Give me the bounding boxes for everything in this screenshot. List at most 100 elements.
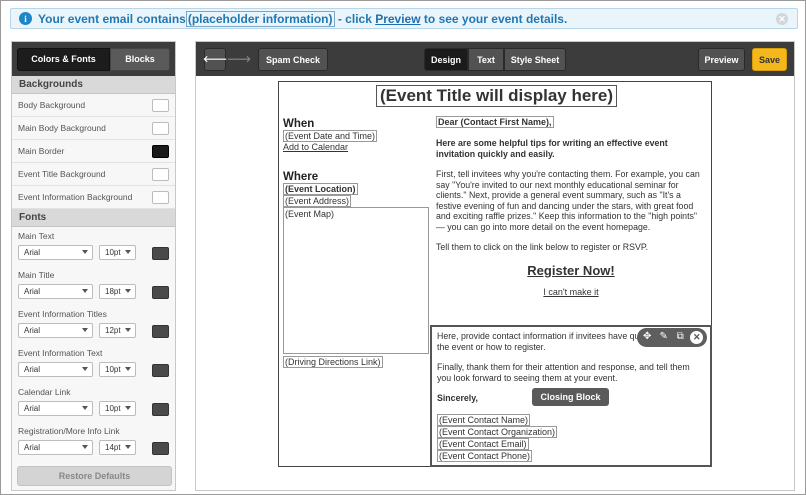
color-swatch[interactable]	[152, 247, 169, 260]
email-editor: 🡐 🡒 Spam Check Design Text Style Sheet P…	[195, 41, 795, 491]
move-icon[interactable]: ✥	[641, 331, 654, 344]
font-size-select[interactable]: 10pt	[99, 362, 136, 377]
color-swatch[interactable]	[152, 99, 169, 112]
greeting-placeholder[interactable]: Dear (Contact First Name),	[436, 116, 554, 128]
color-swatch[interactable]	[152, 403, 169, 416]
color-swatch[interactable]	[152, 325, 169, 338]
contact-phone-placeholder[interactable]: (Event Contact Phone)	[437, 449, 533, 462]
delete-icon[interactable]: ✕	[690, 331, 704, 344]
driving-directions-link[interactable]: (Driving Directions Link)	[283, 356, 383, 368]
close-icon[interactable]: ✕	[776, 13, 788, 25]
copy-icon[interactable]: ⧉	[674, 331, 687, 344]
bg-label: Event Title Background	[18, 169, 106, 179]
color-swatch[interactable]	[152, 286, 169, 299]
info-icon: i	[19, 12, 32, 25]
banner-middle: - click	[334, 11, 376, 26]
undo-icon[interactable]: 🡐	[203, 48, 227, 71]
chevron-down-icon	[125, 328, 131, 332]
color-swatch[interactable]	[152, 364, 169, 377]
bg-label: Event Information Background	[18, 192, 133, 202]
font-setting-label: Main Title	[18, 270, 55, 280]
color-swatch[interactable]	[152, 191, 169, 204]
redo-icon[interactable]: 🡒	[227, 48, 251, 71]
font-setting-label: Event Information Titles	[18, 309, 107, 319]
font-size-select[interactable]: 18pt	[99, 284, 136, 299]
event-address-placeholder[interactable]: (Event Address)	[283, 195, 352, 207]
font-setting-event-info-titles: Event Information Titles Arial 12pt	[12, 305, 175, 344]
banner-message: Your event email contains (placeholder in…	[38, 10, 568, 27]
color-swatch[interactable]	[152, 122, 169, 135]
closing-block[interactable]: Here, provide contact information if inv…	[430, 325, 712, 467]
color-swatch[interactable]	[152, 168, 169, 181]
font-family-select[interactable]: Arial	[18, 362, 93, 377]
event-date-placeholder[interactable]: (Event Date and Time)	[283, 130, 378, 142]
chevron-down-icon	[125, 250, 131, 254]
tab-blocks[interactable]: Blocks	[110, 47, 170, 71]
body-text: First, tell invitees why you're contacti…	[436, 169, 700, 232]
where-heading: Where	[283, 171, 319, 183]
tab-design[interactable]: Design	[424, 48, 468, 71]
preview-button[interactable]: Preview	[698, 48, 745, 71]
bg-label: Main Border	[18, 146, 65, 156]
app-frame: i Your event email contains (placeholder …	[0, 0, 806, 495]
spam-check-button[interactable]: Spam Check	[258, 48, 328, 71]
color-swatch[interactable]	[152, 145, 169, 158]
tab-style-sheet[interactable]: Style Sheet	[504, 48, 566, 71]
banner-prefix: Your event email contains	[38, 11, 186, 26]
backgrounds-heading: Backgrounds	[12, 76, 175, 94]
tab-colors-fonts[interactable]: Colors & Fonts	[17, 47, 110, 71]
editor-toolbar: 🡐 🡒 Spam Check Design Text Style Sheet P…	[196, 42, 794, 76]
panel-tabs: Colors & Fonts Blocks	[12, 42, 175, 76]
contact-email-placeholder[interactable]: (Event Contact Email)	[437, 437, 529, 450]
font-size-select[interactable]: 14pt	[99, 440, 136, 455]
save-button[interactable]: Save	[752, 48, 787, 71]
font-setting-label: Registration/More Info Link	[18, 426, 120, 436]
style-panel: Colors & Fonts Blocks Backgrounds Body B…	[11, 41, 176, 491]
register-now-link[interactable]: Register Now!	[436, 263, 706, 278]
color-swatch[interactable]	[152, 442, 169, 455]
font-family-select[interactable]: Arial	[18, 284, 93, 299]
bg-label: Body Background	[18, 100, 86, 110]
chevron-down-icon	[125, 289, 131, 293]
cant-make-it-link[interactable]: I can't make it	[436, 287, 706, 298]
bg-label: Main Body Background	[18, 123, 106, 133]
when-heading: When	[283, 118, 315, 130]
font-setting-calendar-link: Calendar Link Arial 10pt	[12, 383, 175, 422]
font-family-select[interactable]: Arial	[18, 440, 93, 455]
font-setting-main-text: Main Text Arial 10pt	[12, 227, 175, 266]
email-canvas: (Event Title will display here) When (Ev…	[278, 81, 712, 467]
font-setting-main-title: Main Title Arial 18pt	[12, 266, 175, 305]
event-title[interactable]: (Event Title will display here)	[376, 85, 618, 107]
event-info-column: When (Event Date and Time) Add to Calend…	[283, 118, 429, 368]
banner-preview-link[interactable]: Preview	[375, 12, 420, 26]
event-map[interactable]: (Event Map)	[283, 207, 429, 354]
chevron-down-icon	[125, 406, 131, 410]
edit-icon[interactable]: ✎	[657, 331, 670, 344]
add-to-calendar-link[interactable]: Add to Calendar	[283, 142, 429, 153]
font-size-select[interactable]: 10pt	[99, 401, 136, 416]
chevron-down-icon	[82, 445, 88, 449]
banner-suffix: to see your event details.	[420, 11, 568, 26]
intro-text: Here are some helpful tips for writing a…	[436, 138, 668, 159]
font-family-select[interactable]: Arial	[18, 323, 93, 338]
font-family-select[interactable]: Arial	[18, 401, 93, 416]
closing-block-tag: Closing Block	[532, 388, 609, 406]
message-column: Dear (Contact First Name), Here are some…	[436, 116, 706, 297]
bg-row-main-border: Main Border	[12, 140, 175, 163]
font-size-select[interactable]: 12pt	[99, 323, 136, 338]
contact-name-placeholder[interactable]: (Event Contact Name)	[437, 413, 531, 426]
fonts-heading: Fonts	[12, 209, 175, 227]
chevron-down-icon	[82, 289, 88, 293]
font-setting-label: Calendar Link	[18, 387, 71, 397]
event-location-placeholder[interactable]: (Event Location)	[283, 183, 358, 195]
font-size-select[interactable]: 10pt	[99, 245, 136, 260]
font-setting-registration-link: Registration/More Info Link Arial 14pt	[12, 422, 175, 461]
contact-org-placeholder[interactable]: (Event Contact Organization)	[437, 425, 558, 438]
closing-text: Finally, thank them for their attention …	[437, 362, 690, 383]
restore-defaults-button[interactable]: Restore Defaults	[17, 466, 172, 486]
font-family-select[interactable]: Arial	[18, 245, 93, 260]
font-setting-event-info-text: Event Information Text Arial 10pt	[12, 344, 175, 383]
font-setting-label: Event Information Text	[18, 348, 103, 358]
chevron-down-icon	[125, 445, 131, 449]
tab-text[interactable]: Text	[468, 48, 504, 71]
